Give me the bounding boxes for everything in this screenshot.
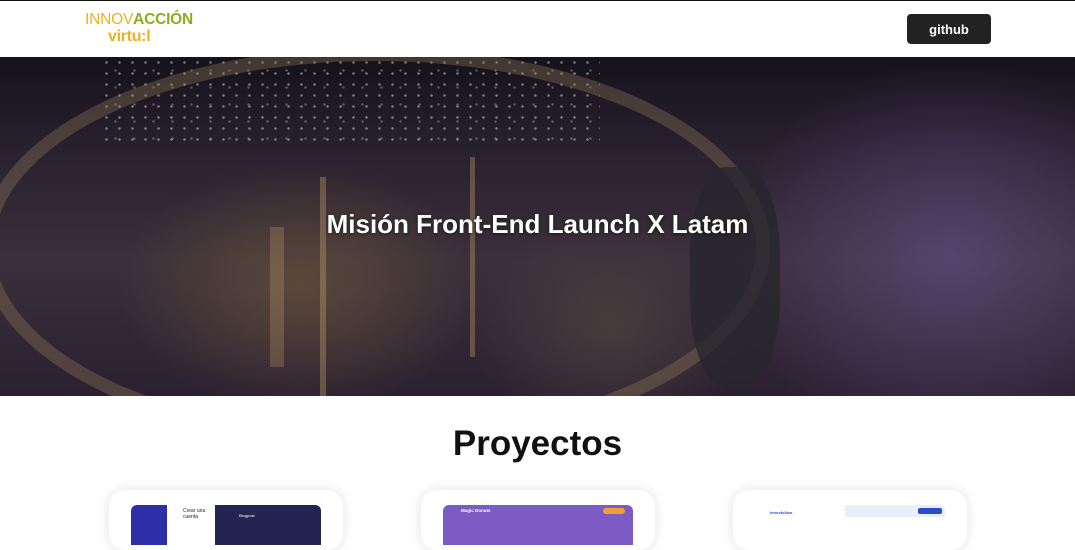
thumbnail-button-decoration: [603, 508, 625, 514]
thumbnail-text: Blogpost: [239, 513, 255, 518]
innovaccion-virtual-logo[interactable]: INNOVACCIÓN virtu:l: [85, 11, 197, 49]
thumbnail-text: Magic Donuts: [461, 508, 491, 513]
project-card[interactable]: Magic Donuts: [421, 490, 655, 550]
logo-text-virtual: virtu:l: [108, 28, 151, 45]
logo-text-innov: INNOV: [85, 11, 134, 28]
hero-banner: Misión Front-End Launch X Latam: [0, 57, 1075, 396]
logo-line1: INNOVACCIÓN: [85, 11, 193, 29]
thumbnail-panel: [215, 505, 321, 545]
hero-light-decoration: [270, 227, 284, 367]
navbar: INNOVACCIÓN virtu:l github: [0, 1, 1075, 57]
project-card[interactable]: Innovfollow: [733, 490, 967, 550]
project-card[interactable]: Crear una cuenta Blogpost: [109, 490, 343, 550]
hero-light-decoration: [470, 157, 475, 357]
project-thumbnail[interactable]: Innovfollow: [755, 505, 945, 545]
project-thumbnail[interactable]: Magic Donuts: [443, 505, 633, 545]
hero-helmet-side-decoration: [690, 167, 780, 387]
thumbnail-text: Crear una cuenta: [183, 508, 206, 520]
projects-heading: Proyectos: [452, 424, 623, 463]
thumbnail-button-decoration: [918, 508, 942, 514]
hero-title: Misión Front-End Launch X Latam: [326, 209, 749, 239]
project-thumbnail[interactable]: Crear una cuenta Blogpost: [131, 505, 321, 545]
github-button[interactable]: github: [907, 14, 991, 44]
logo-text-accion: ACCIÓN: [133, 11, 194, 28]
thumbnail-text: Innovfollow: [770, 510, 793, 515]
